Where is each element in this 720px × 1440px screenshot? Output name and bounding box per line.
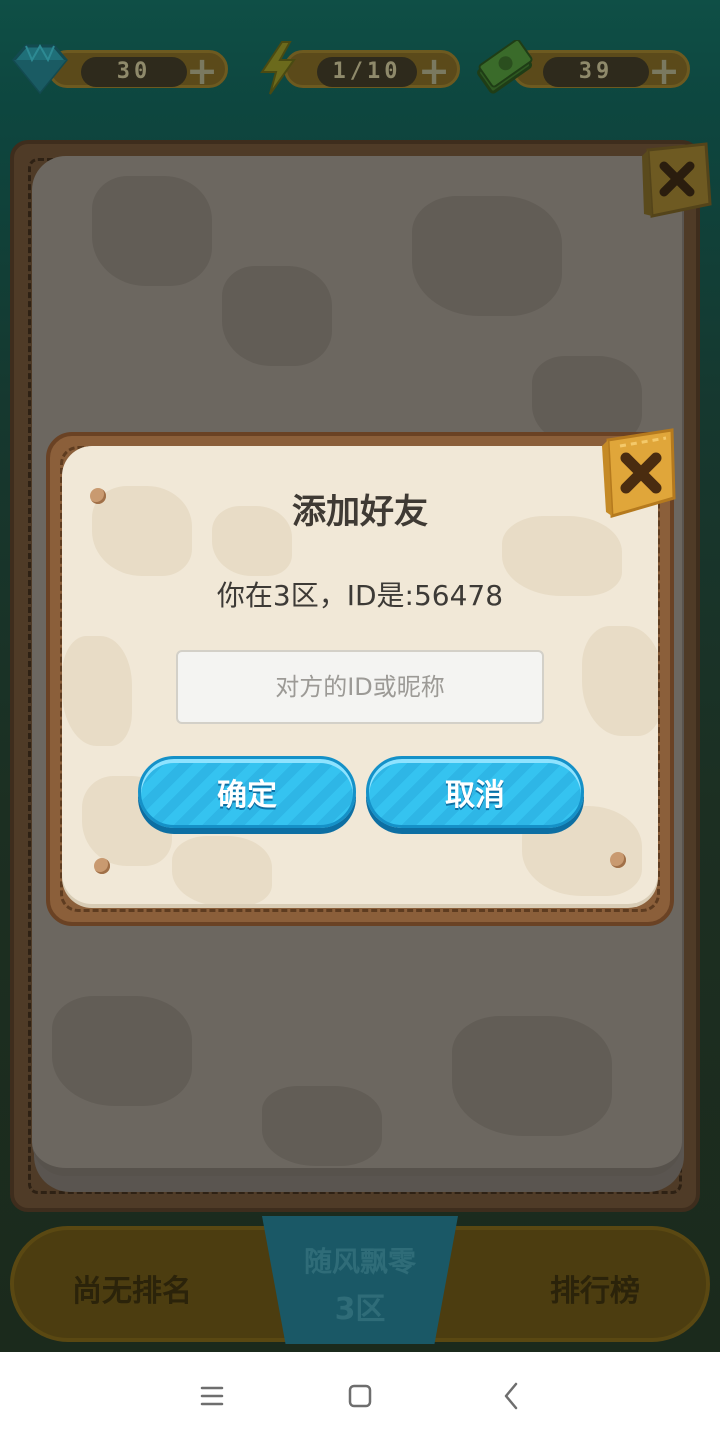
add-gems-button[interactable]: + xyxy=(185,52,219,90)
close-icon[interactable] xyxy=(640,140,712,222)
friend-id-input[interactable] xyxy=(176,650,544,724)
hud-energy: 1/10 + xyxy=(256,40,462,96)
page-texture xyxy=(52,996,192,1106)
home-square-icon[interactable] xyxy=(336,1376,384,1416)
menu-icon[interactable] xyxy=(188,1376,236,1416)
paper-texture xyxy=(62,636,132,746)
zone-name: 3区 xyxy=(334,1292,386,1327)
back-chevron-icon[interactable] xyxy=(488,1376,536,1416)
energy-count: 1/10 xyxy=(317,57,417,87)
leaderboard-button[interactable]: 排行榜 xyxy=(550,1266,640,1310)
pin xyxy=(94,858,110,874)
hud-cash-pill: 39 + xyxy=(512,50,690,90)
money-icon xyxy=(477,40,533,94)
hud-energy-pill: 1/10 + xyxy=(284,50,460,90)
cancel-button-label: 取消 xyxy=(445,778,505,813)
hud-gems-pill: 30 + xyxy=(48,50,228,90)
cancel-button[interactable]: 取消 xyxy=(366,756,584,828)
dialog-title: 添加好友 xyxy=(292,492,428,532)
page-texture xyxy=(452,1016,612,1136)
lightning-icon xyxy=(260,41,296,95)
player-badge: 随风飘零 3区 xyxy=(262,1216,458,1344)
paper-texture xyxy=(172,836,272,904)
gems-count: 30 xyxy=(81,57,187,87)
hud-gems: 30 + xyxy=(8,40,230,96)
close-icon[interactable] xyxy=(600,426,680,522)
page-texture xyxy=(222,266,332,366)
player-name: 随风飘零 xyxy=(303,1245,416,1278)
user-id-info: 你在3区，ID是:56478 xyxy=(216,579,504,612)
hud-cash: 39 + xyxy=(472,40,694,96)
system-nav-bar xyxy=(0,1352,720,1440)
rank-text: 尚无排名 xyxy=(72,1274,192,1309)
diamond-icon xyxy=(12,43,68,95)
add-energy-button[interactable]: + xyxy=(417,52,451,90)
page-texture xyxy=(412,196,562,316)
page-texture xyxy=(262,1086,382,1166)
confirm-button[interactable]: 确定 xyxy=(138,756,356,828)
add-cash-button[interactable]: + xyxy=(647,52,681,90)
cash-count: 39 xyxy=(543,57,649,87)
paper-texture xyxy=(582,626,658,736)
page-texture xyxy=(92,176,212,286)
pin xyxy=(610,852,626,868)
confirm-button-label: 确定 xyxy=(217,778,277,813)
